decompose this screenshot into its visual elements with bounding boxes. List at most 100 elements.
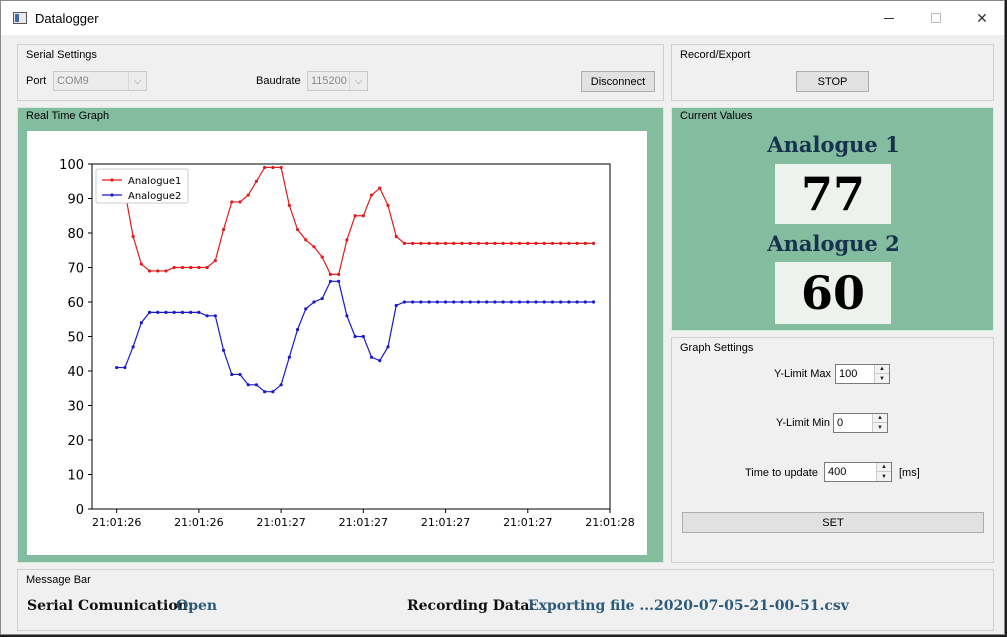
- y-tick-label: 100: [59, 158, 84, 173]
- y-tick-label: 10: [67, 469, 84, 484]
- data-point-Analogue1: [394, 234, 398, 239]
- port-select[interactable]: COM9 ⌵: [53, 71, 147, 91]
- data-point-Analogue2: [123, 365, 127, 370]
- data-point-Analogue1: [550, 241, 555, 245]
- window-title: Datalogger: [35, 11, 99, 26]
- data-point-Analogue1: [369, 193, 374, 197]
- data-point-Analogue1: [493, 241, 497, 245]
- data-point-Analogue2: [369, 355, 374, 359]
- data-point-Analogue1: [263, 165, 267, 170]
- data-point-Analogue2: [394, 303, 398, 308]
- data-point-Analogue2: [411, 300, 415, 304]
- data-point-Analogue2: [485, 300, 489, 304]
- x-tick-label: 21:01:27: [256, 516, 305, 529]
- data-point-Analogue1: [452, 241, 456, 245]
- data-point-Analogue2: [452, 300, 456, 304]
- message-bar-group: Message Bar Serial Comunication: Open Re…: [17, 569, 994, 631]
- data-point-Analogue2: [287, 355, 291, 359]
- spin-up-icon[interactable]: ▲: [877, 463, 891, 472]
- data-point-Analogue1: [509, 241, 513, 245]
- data-point-Analogue1: [517, 241, 522, 245]
- data-point-Analogue1: [345, 238, 349, 242]
- data-point-Analogue1: [460, 241, 464, 245]
- minimize-button[interactable]: [866, 1, 912, 35]
- data-point-Analogue2: [583, 300, 587, 304]
- data-point-Analogue2: [295, 328, 300, 332]
- x-tick-label: 21:01:27: [421, 516, 470, 529]
- record-export-title: Record/Export: [680, 49, 751, 61]
- data-point-Analogue2: [345, 314, 349, 318]
- close-icon: ✕: [976, 9, 988, 26]
- data-point-Analogue2: [213, 314, 217, 318]
- data-point-Analogue1: [575, 241, 579, 245]
- data-point-Analogue2: [386, 345, 390, 349]
- set-button[interactable]: SET: [682, 512, 984, 533]
- analogue1-label: Analogue 1: [767, 132, 900, 157]
- legend-marker: [110, 178, 114, 182]
- plot-frame: [91, 163, 611, 510]
- data-point-Analogue2: [197, 310, 201, 314]
- title-bar[interactable]: Datalogger ✕: [1, 1, 1004, 35]
- data-point-Analogue2: [221, 348, 226, 352]
- baudrate-value: 115200: [311, 75, 347, 87]
- data-point-Analogue1: [139, 262, 143, 266]
- spin-down-icon[interactable]: ▼: [875, 374, 889, 383]
- data-point-Analogue1: [304, 238, 308, 242]
- legend-marker: [110, 193, 114, 197]
- data-point-Analogue1: [386, 203, 390, 207]
- data-point-Analogue2: [238, 372, 242, 377]
- data-point-Analogue2: [402, 300, 407, 304]
- data-point-Analogue1: [501, 241, 505, 245]
- minimize-icon: [884, 17, 894, 19]
- data-point-Analogue2: [378, 359, 382, 363]
- spin-up-icon[interactable]: ▲: [875, 365, 889, 374]
- x-tick-label: 21:01:27: [503, 516, 552, 529]
- data-point-Analogue2: [534, 300, 538, 304]
- data-point-Analogue2: [460, 300, 464, 304]
- data-point-Analogue2: [419, 300, 423, 304]
- data-point-Analogue1: [526, 241, 530, 245]
- data-point-Analogue2: [559, 300, 563, 304]
- x-tick-label: 21:01:26: [92, 516, 141, 529]
- data-point-Analogue1: [337, 272, 341, 276]
- y-tick-label: 70: [67, 262, 84, 277]
- update-spinbox[interactable]: 400 ▲ ▼: [824, 462, 892, 482]
- chevron-down-icon: ⌵: [349, 72, 367, 90]
- y-tick-label: 80: [67, 227, 84, 242]
- chevron-down-icon: ⌵: [128, 72, 146, 90]
- data-point-Analogue1: [402, 241, 407, 245]
- data-point-Analogue1: [361, 214, 365, 218]
- baudrate-select[interactable]: 115200 ⌵: [307, 71, 368, 91]
- current-values-group: Current Values Analogue 1 77 Analogue 2 …: [671, 107, 994, 331]
- data-point-Analogue2: [279, 383, 283, 387]
- data-point-Analogue1: [328, 272, 333, 276]
- data-point-Analogue1: [591, 241, 596, 245]
- ymin-label: Y-Limit Min: [776, 417, 830, 429]
- disconnect-button[interactable]: Disconnect: [581, 71, 655, 92]
- maximize-button[interactable]: [913, 1, 959, 35]
- x-tick-label: 21:01:28: [585, 516, 634, 529]
- ymax-spinbox[interactable]: 100 ▲ ▼: [835, 364, 890, 384]
- data-point-Analogue1: [476, 241, 481, 245]
- line-chart: 0 10 20 30 40 50 60 70 80 90 100 21:01:26 21:01:26 21…: [59, 158, 635, 529]
- data-point-Analogue2: [575, 300, 579, 304]
- data-point-Analogue1: [295, 227, 300, 232]
- data-point-Analogue1: [156, 269, 160, 273]
- data-point-Analogue1: [213, 259, 217, 263]
- ymin-spinbox[interactable]: 0 ▲ ▼: [833, 413, 888, 433]
- data-point-Analogue2: [468, 300, 472, 304]
- data-point-Analogue2: [435, 300, 439, 304]
- data-point-Analogue1: [287, 203, 291, 207]
- spin-down-icon[interactable]: ▼: [873, 423, 887, 432]
- ymax-label: Y-Limit Max: [774, 368, 832, 380]
- y-tick-label: 40: [67, 365, 84, 380]
- data-point-Analogue2: [526, 300, 530, 304]
- stop-button[interactable]: STOP: [796, 71, 869, 92]
- spin-up-icon[interactable]: ▲: [873, 414, 887, 423]
- close-button[interactable]: ✕: [959, 1, 1005, 35]
- x-tick-label: 21:01:27: [339, 516, 388, 529]
- data-point-Analogue1: [205, 265, 209, 270]
- data-point-Analogue1: [312, 245, 316, 249]
- serial-settings-group: Serial Settings Port COM9 ⌵ Baudrate 115…: [17, 44, 664, 101]
- spin-down-icon[interactable]: ▼: [877, 472, 891, 481]
